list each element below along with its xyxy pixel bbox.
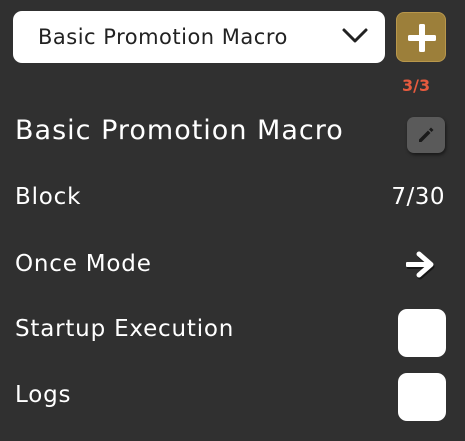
macro-title: Basic Promotion Macro (15, 115, 344, 146)
macro-count: 3/3 (402, 76, 431, 95)
macro-selector-dropdown[interactable]: Basic Promotion Macro (13, 11, 385, 63)
startup-execution-label: Startup Execution (15, 316, 235, 342)
block-count: 7/30 (391, 184, 445, 210)
macro-selector-value: Basic Promotion Macro (38, 25, 288, 49)
plus-icon (408, 24, 436, 52)
chevron-down-icon (342, 28, 368, 43)
pencil-icon (419, 127, 434, 142)
edit-name-button[interactable] (407, 117, 445, 153)
arrow-right-icon (406, 251, 435, 280)
add-macro-button[interactable] (396, 12, 446, 62)
logs-label: Logs (15, 382, 72, 408)
once-mode-label: Once Mode (15, 251, 152, 277)
startup-execution-checkbox[interactable] (398, 309, 446, 357)
block-label: Block (15, 184, 82, 210)
once-mode-button[interactable] (402, 250, 440, 282)
logs-checkbox[interactable] (398, 373, 446, 421)
